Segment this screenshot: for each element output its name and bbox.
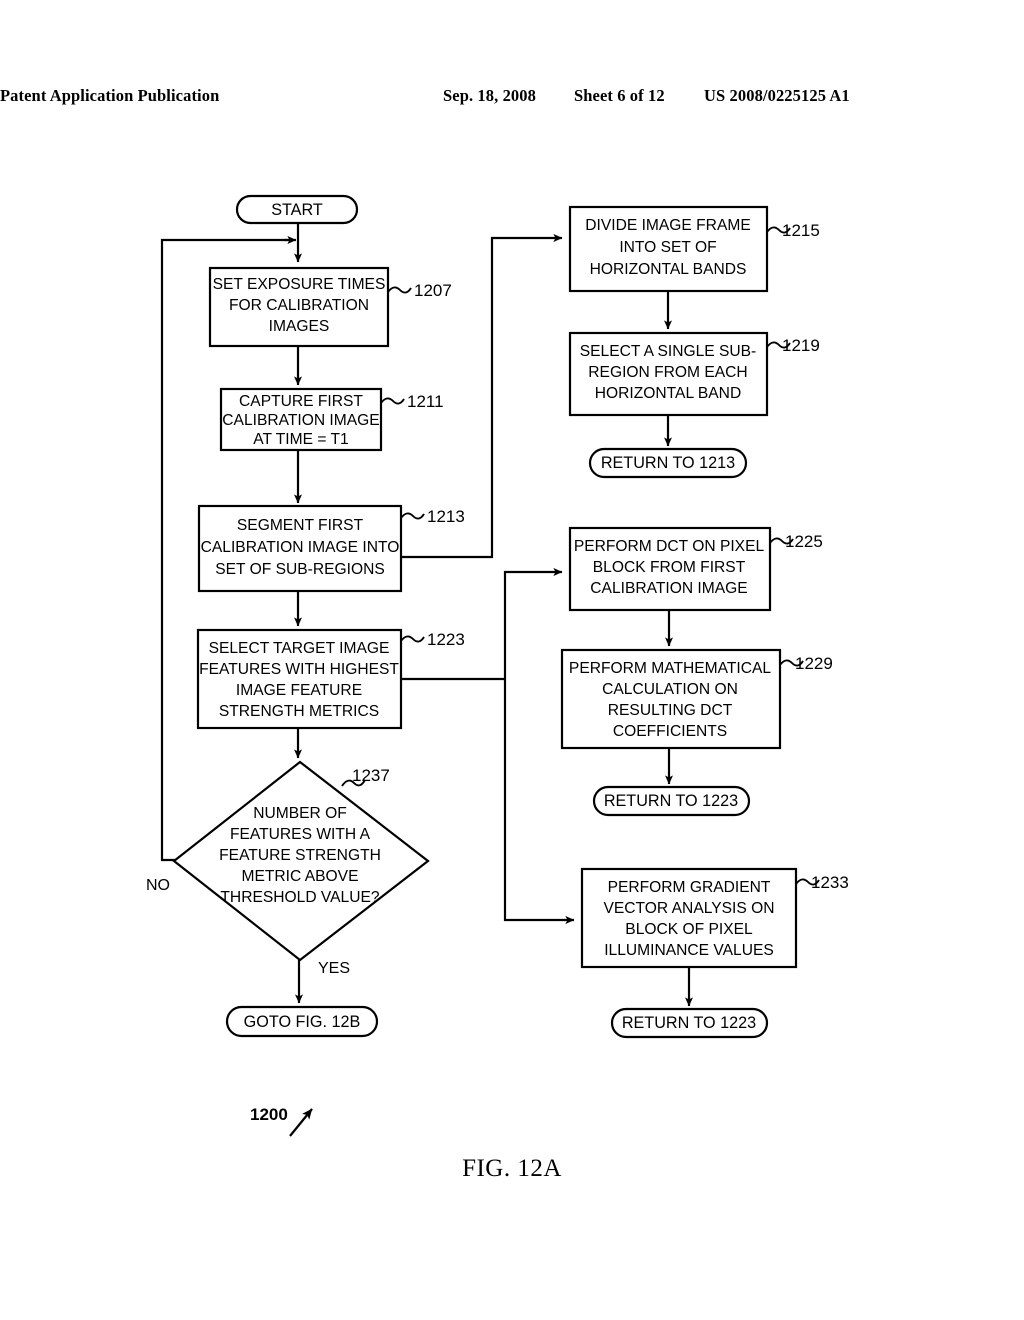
terminator-return-to-1223-a: RETURN TO 1223	[592, 785, 751, 817]
box-1213-line-3: SET OF SUB-REGIONS	[215, 561, 385, 578]
box-1213-line-2: CALIBRATION IMAGE INTO	[201, 539, 400, 556]
terminator-start-label: START	[271, 201, 323, 219]
box-1229-line-3: RESULTING DCT	[608, 702, 733, 719]
terminator-goto-fig-12b: GOTO FIG. 12B	[225, 1005, 379, 1038]
figure-caption: FIG. 12A	[462, 1155, 562, 1182]
box-1215-line-3: HORIZONTAL BANDS	[590, 261, 747, 278]
box-1219-line-1: SELECT A SINGLE SUB-	[580, 343, 757, 360]
process-box-1213: SEGMENT FIRST CALIBRATION IMAGE INTO SET…	[197, 504, 465, 593]
edge-1223-to-1225	[503, 568, 563, 679]
diamond-1237-line-1: NUMBER OF	[253, 805, 347, 822]
box-1233-line-3: BLOCK OF PIXEL	[625, 921, 753, 938]
box-1233-line-1: PERFORM GRADIENT	[608, 879, 771, 896]
box-1207-line-1: SET EXPOSURE TIMES	[213, 276, 386, 293]
ref-number-1233: 1233	[811, 873, 849, 892]
overall-reference-arrow	[289, 1108, 313, 1137]
box-1223-line-3: IMAGE FEATURE	[236, 682, 362, 699]
box-1211-line-3: AT TIME = T1	[253, 431, 348, 448]
ref-number-1215: 1215	[782, 221, 820, 240]
box-1229-line-1: PERFORM MATHEMATICAL	[569, 660, 771, 677]
ref-number-1213: 1213	[427, 507, 465, 526]
process-box-1219: SELECT A SINGLE SUB- REGION FROM EACH HO…	[568, 331, 820, 417]
box-1225-line-2: BLOCK FROM FIRST	[593, 559, 746, 576]
decision-diamond-1237: NUMBER OF FEATURES WITH A FEATURE STRENG…	[172, 760, 430, 962]
box-1225-line-1: PERFORM DCT ON PIXEL	[574, 538, 765, 555]
box-1215-line-1: DIVIDE IMAGE FRAME	[585, 217, 751, 234]
terminator-return-1223-a-label: RETURN TO 1223	[604, 792, 738, 810]
box-1207-line-3: IMAGES	[269, 318, 330, 335]
box-1215-line-2: INTO SET OF	[619, 239, 716, 256]
terminator-return-to-1223-b: RETURN TO 1223	[610, 1007, 769, 1039]
box-1211-line-1: CAPTURE FIRST	[239, 393, 363, 410]
terminator-goto-12b-label: GOTO FIG. 12B	[244, 1013, 361, 1031]
process-box-1225: PERFORM DCT ON PIXEL BLOCK FROM FIRST CA…	[568, 526, 823, 612]
terminator-return-to-1213: RETURN TO 1213	[588, 447, 748, 479]
process-box-1229: PERFORM MATHEMATICAL CALCULATION ON RESU…	[560, 648, 833, 750]
edge-label-no: NO	[146, 877, 170, 894]
overall-reference-label: 1200	[250, 1105, 288, 1124]
ref-number-1207: 1207	[414, 281, 452, 300]
diamond-1237-line-4: METRIC ABOVE	[242, 868, 359, 885]
box-1223-line-4: STRENGTH METRICS	[219, 703, 379, 720]
box-1213-line-1: SEGMENT FIRST	[237, 517, 364, 534]
box-1223-line-1: SELECT TARGET IMAGE	[209, 640, 390, 657]
process-box-1233: PERFORM GRADIENT VECTOR ANALYSIS ON BLOC…	[580, 867, 849, 969]
box-1233-line-4: ILLUMINANCE VALUES	[604, 942, 774, 959]
box-1223-line-2: FEATURES WITH HIGHEST	[199, 661, 399, 678]
terminator-return-1223-b-label: RETURN TO 1223	[622, 1014, 756, 1032]
box-1229-line-4: COEFFICIENTS	[613, 723, 727, 740]
box-1207-line-2: FOR CALIBRATION	[229, 297, 369, 314]
box-1211-line-2: CALIBRATION IMAGE	[222, 412, 379, 429]
ref-number-1229: 1229	[795, 654, 833, 673]
process-box-1215: DIVIDE IMAGE FRAME INTO SET OF HORIZONTA…	[568, 205, 820, 293]
box-1233-line-2: VECTOR ANALYSIS ON	[603, 900, 774, 917]
box-1229-line-2: CALCULATION ON	[602, 681, 738, 698]
diamond-1237-line-3: FEATURE STRENGTH	[219, 847, 381, 864]
patent-page: Patent Application Publication Sep. 18, …	[0, 0, 1024, 1320]
edge-label-yes: YES	[318, 960, 350, 977]
ref-number-1223: 1223	[427, 630, 465, 649]
ref-number-1237: 1237	[352, 766, 390, 785]
box-1219-line-2: REGION FROM EACH	[588, 364, 747, 381]
process-box-1207: SET EXPOSURE TIMES FOR CALIBRATION IMAGE…	[208, 266, 452, 348]
diamond-1237-line-2: FEATURES WITH A	[230, 826, 371, 843]
diamond-1237-line-5: THRESHOLD VALUE?	[220, 889, 379, 906]
ref-number-1219: 1219	[782, 336, 820, 355]
terminator-return-1213-label: RETURN TO 1213	[601, 454, 735, 472]
terminator-start: START	[235, 194, 359, 225]
box-1225-line-3: CALIBRATION IMAGE	[590, 580, 747, 597]
ref-number-1211: 1211	[407, 392, 444, 411]
flowchart-figure: START NO SET EXPOSURE TIMES FOR CALIBRAT…	[146, 194, 849, 1137]
process-box-1211: CAPTURE FIRST CALIBRATION IMAGE AT TIME …	[219, 387, 444, 452]
ref-number-1225: 1225	[785, 532, 823, 551]
box-1219-line-3: HORIZONTAL BAND	[595, 385, 741, 402]
